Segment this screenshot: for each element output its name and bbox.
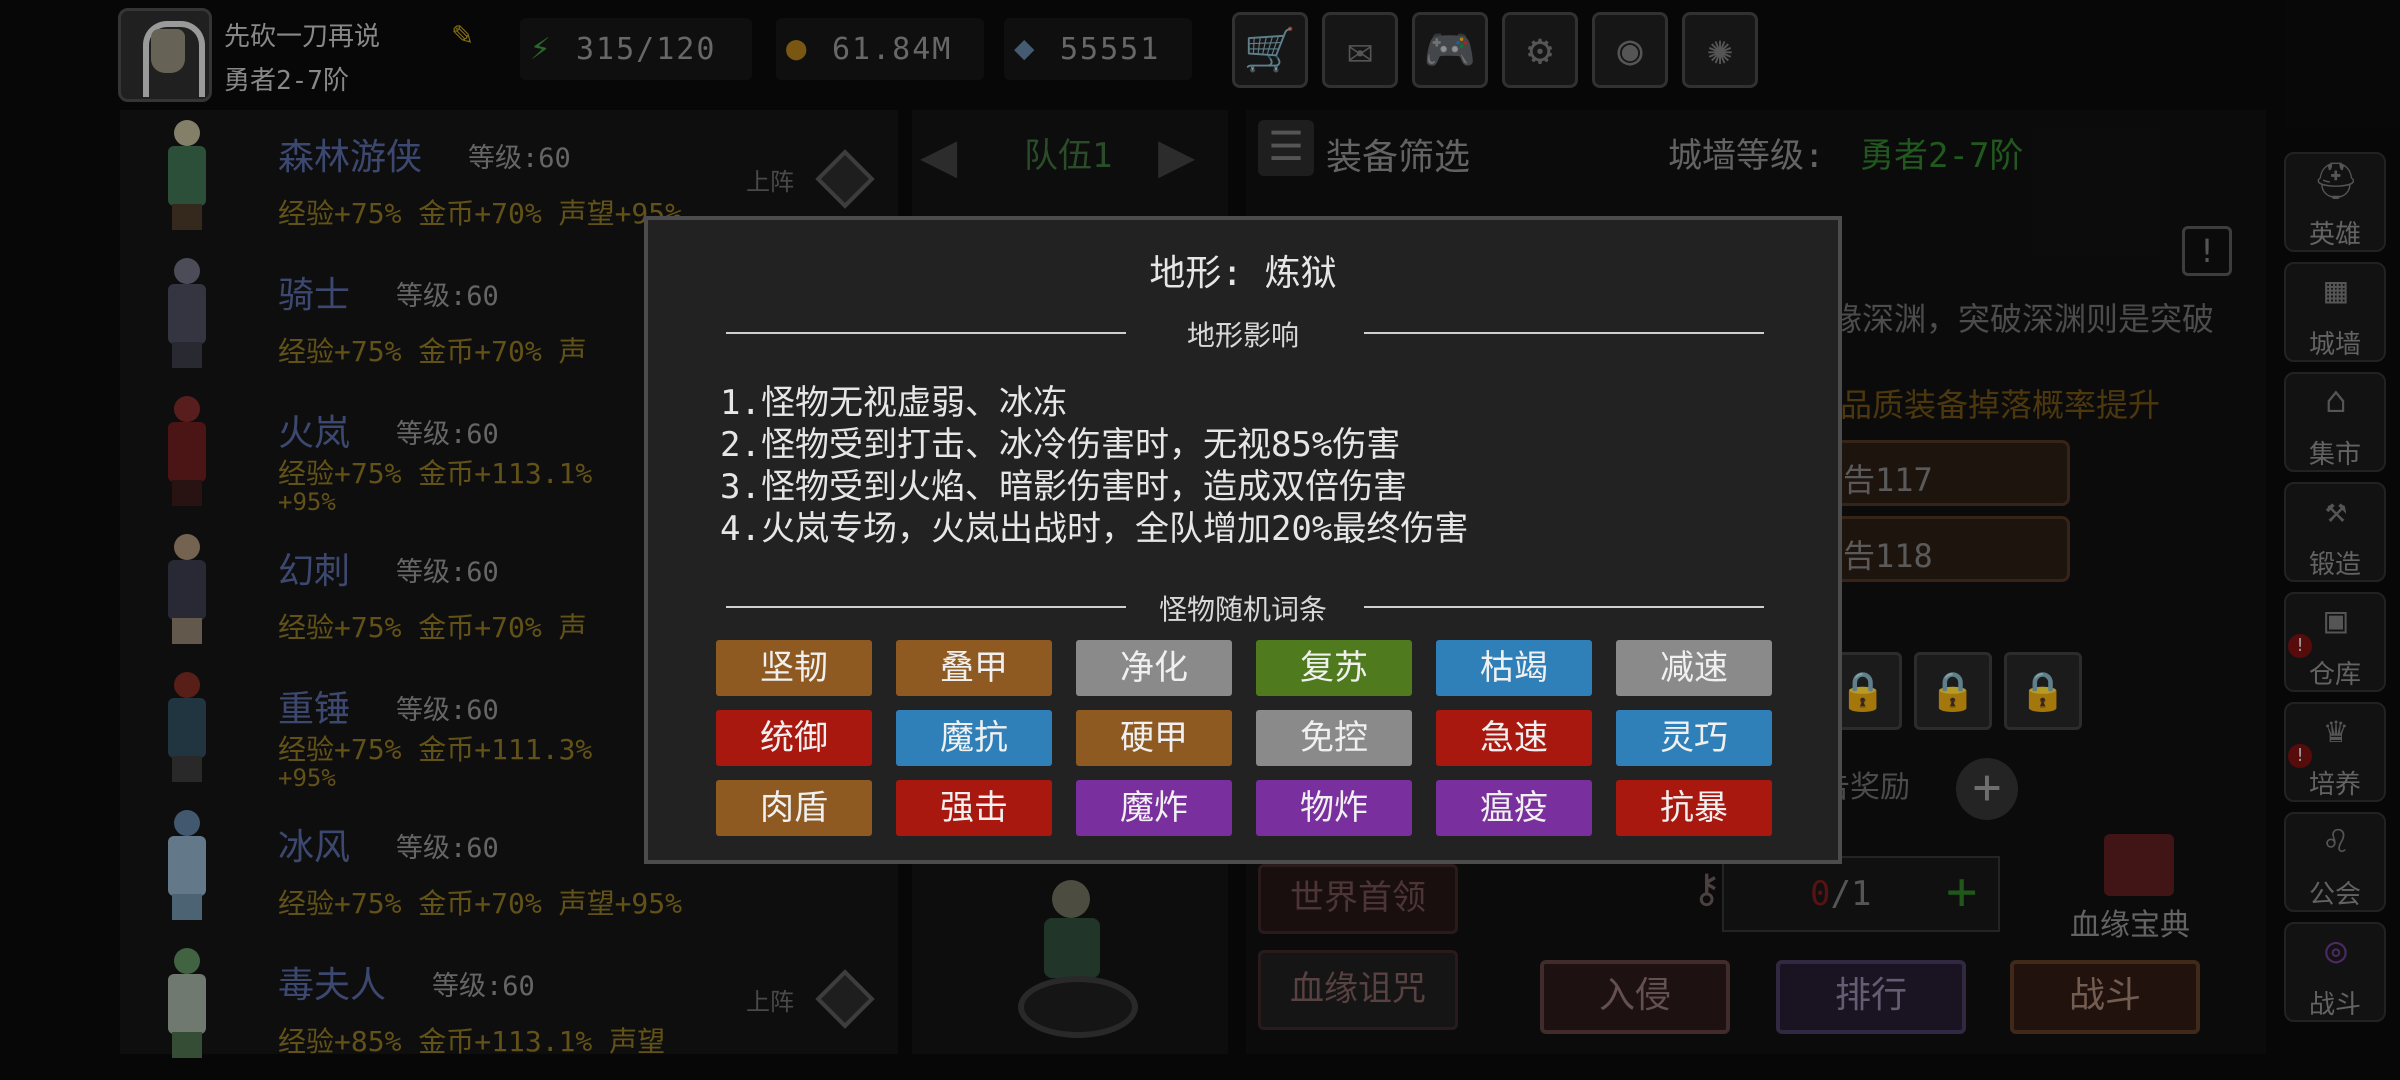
affix-tag[interactable]: 魔抗 bbox=[896, 710, 1052, 766]
affix-tag[interactable]: 枯竭 bbox=[1436, 640, 1592, 696]
effect-line: 4.火岚专场，火岚出战时，全队增加20%最终伤害 bbox=[720, 509, 1469, 549]
affix-tag[interactable]: 减速 bbox=[1616, 640, 1772, 696]
affix-tag[interactable]: 强击 bbox=[896, 780, 1052, 836]
affix-tag[interactable]: 急速 bbox=[1436, 710, 1592, 766]
section-label: 地形影响 bbox=[1186, 319, 1299, 352]
affix-tag[interactable]: 净化 bbox=[1076, 640, 1232, 696]
affix-tag[interactable]: 叠甲 bbox=[896, 640, 1052, 696]
affix-tag[interactable]: 物炸 bbox=[1256, 780, 1412, 836]
affix-tag[interactable]: 灵巧 bbox=[1616, 710, 1772, 766]
affix-tag[interactable]: 免控 bbox=[1256, 710, 1412, 766]
affix-tag[interactable]: 复苏 bbox=[1256, 640, 1412, 696]
dialog-title: 地形: 炼狱 bbox=[1149, 253, 1337, 294]
effect-line: 2.怪物受到打击、冰冷伤害时，无视85%伤害 bbox=[720, 425, 1401, 465]
affix-tag[interactable]: 抗暴 bbox=[1616, 780, 1772, 836]
section-label: 怪物随机词条 bbox=[1158, 593, 1327, 626]
effect-line: 3.怪物受到火焰、暗影伤害时，造成双倍伤害 bbox=[720, 467, 1407, 507]
affix-tag[interactable]: 统御 bbox=[716, 710, 872, 766]
affix-tag[interactable]: 肉盾 bbox=[716, 780, 872, 836]
terrain-dialog: 地形: 炼狱 地形影响 1.怪物无视虚弱、冰冻 2.怪物受到打击、冰冷伤害时，无… bbox=[644, 216, 1842, 864]
affix-tag[interactable]: 魔炸 bbox=[1076, 780, 1232, 836]
section-header-terrain: 地形影响 bbox=[648, 312, 1838, 352]
terrain-effects: 1.怪物无视虚弱、冰冻 2.怪物受到打击、冰冷伤害时，无视85%伤害 3.怪物受… bbox=[720, 382, 1468, 550]
affix-tag[interactable]: 硬甲 bbox=[1076, 710, 1232, 766]
effect-line: 1.怪物无视虚弱、冰冻 bbox=[720, 383, 1067, 423]
affix-tag[interactable]: 坚韧 bbox=[716, 640, 872, 696]
section-header-affixes: 怪物随机词条 bbox=[648, 586, 1838, 626]
affix-tag[interactable]: 瘟疫 bbox=[1436, 780, 1592, 836]
